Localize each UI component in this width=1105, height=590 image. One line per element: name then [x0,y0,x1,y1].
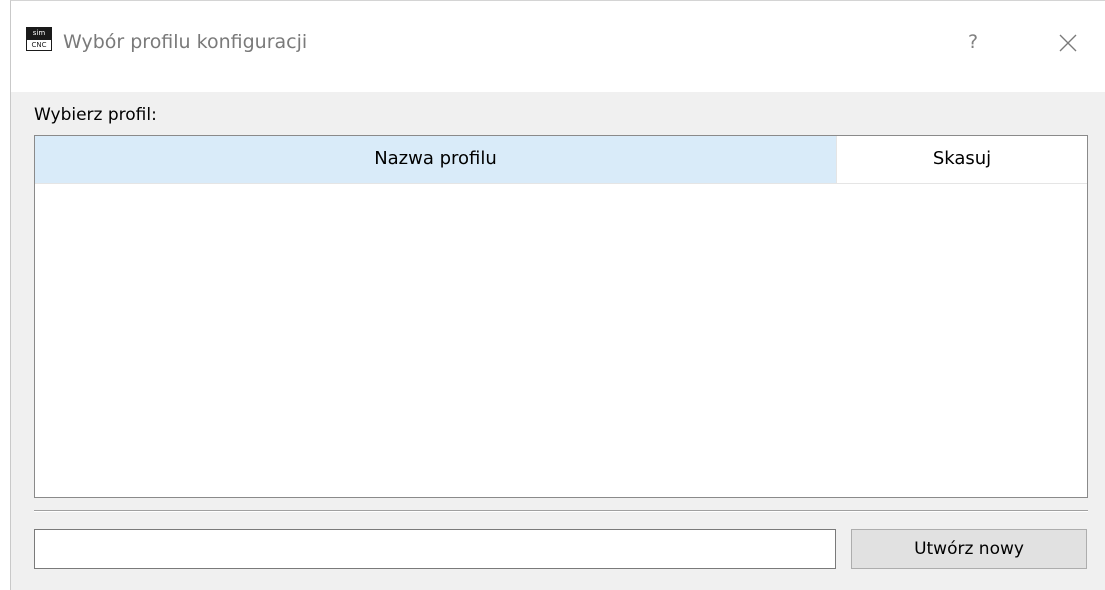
column-header-delete[interactable]: Skasuj [836,136,1087,184]
window-title: Wybór profilu konfiguracji [63,31,308,53]
app-icon-top: sim [26,27,52,39]
profile-table[interactable]: Nazwa profilu Skasuj [34,135,1088,498]
app-icon-bottom: CNC [26,39,52,51]
dialog-body: Wybierz profil: Nazwa profilu Skasuj Utw… [11,92,1105,590]
new-profile-name-input[interactable] [34,529,836,569]
app-icon: sim CNC [26,27,52,51]
close-icon [1059,34,1077,51]
title-bar[interactable]: sim CNC Wybór profilu konfiguracji ? [11,1,1105,92]
select-profile-label: Wybierz profil: [34,105,157,125]
help-button[interactable]: ? [956,25,990,59]
close-button[interactable] [1051,25,1085,59]
dialog-window: sim CNC Wybór profilu konfiguracji ? Wyb… [10,0,1105,590]
column-header-profile-name[interactable]: Nazwa profilu [35,136,836,184]
table-header: Nazwa profilu Skasuj [35,136,1087,184]
create-new-button[interactable]: Utwórz nowy [851,529,1087,569]
divider [34,510,1088,512]
